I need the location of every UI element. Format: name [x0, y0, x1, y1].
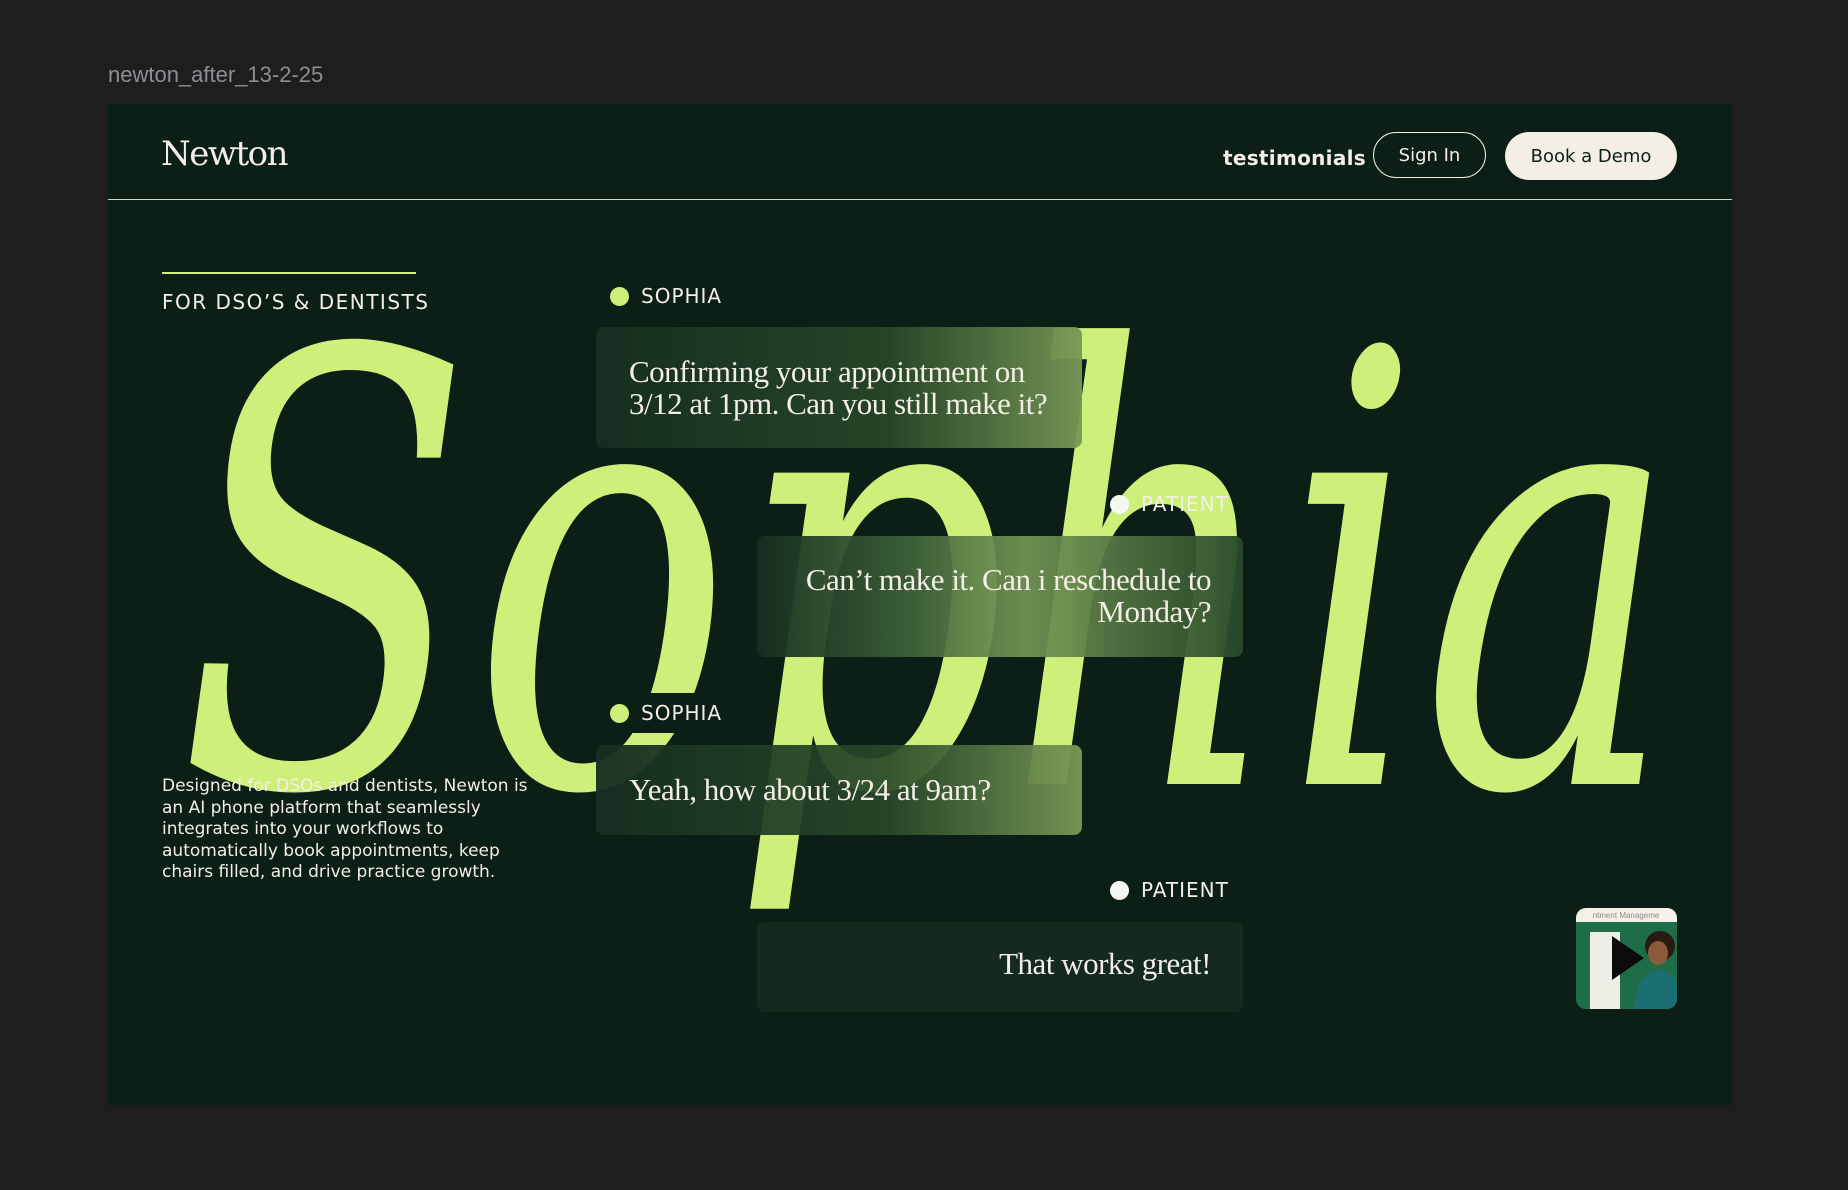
book-demo-button[interactable]: Book a Demo	[1505, 132, 1677, 180]
message-line: That works great!	[999, 946, 1211, 981]
frame-label: newton_after_13-2-25	[108, 62, 324, 87]
nav-link-testimonials[interactable]: testimonials	[1223, 146, 1366, 170]
site-header: Newton testimonials Sign In Book a Demo	[108, 104, 1732, 200]
sophia-dot-icon	[610, 703, 629, 723]
message-bubble-patient: That works great!	[757, 922, 1243, 1012]
patient-dot-icon	[1110, 880, 1129, 900]
hero-description: Designed for DSOs and dentists, Newton i…	[162, 776, 528, 882]
message-line: Monday?	[1097, 594, 1211, 629]
patient-dot-icon	[1110, 494, 1129, 514]
video-thumbnail[interactable]: ntment Manageme	[1576, 908, 1677, 1009]
message-bubble-sophia: Confirming your appointment on 3/12 at 1…	[596, 327, 1082, 448]
newton-logo[interactable]: Newton	[161, 134, 289, 174]
message-bubble-patient: Can’t make it. Can i reschedule to Monda…	[757, 536, 1243, 657]
message-line: Can’t make it. Can i reschedule to	[805, 562, 1212, 597]
speaker-label-patient: PATIENT	[1110, 878, 1229, 902]
speaker-label-sophia: SOPHIA	[595, 693, 739, 733]
speaker-name: SOPHIA	[641, 701, 723, 725]
message-line: 3/12 at 1pm. Can you still make it?	[629, 386, 1048, 421]
speaker-name: PATIENT	[1141, 492, 1229, 516]
sign-in-button[interactable]: Sign In	[1373, 132, 1486, 178]
message-line: Yeah, how about 3/24 at 9am?	[629, 772, 991, 807]
message-bubble-sophia: Yeah, how about 3/24 at 9am?	[596, 745, 1082, 835]
sophia-dot-icon	[610, 286, 629, 306]
play-icon[interactable]	[1576, 908, 1677, 1009]
eyebrow-rule	[162, 272, 416, 274]
speaker-name: SOPHIA	[641, 284, 723, 308]
message-line: Confirming your appointment on	[629, 354, 1025, 389]
landing-page: Newton testimonials Sign In Book a Demo …	[108, 104, 1732, 1105]
speaker-label-sophia: SOPHIA	[610, 284, 722, 308]
speaker-label-patient: PATIENT	[1110, 492, 1229, 516]
speaker-name: PATIENT	[1141, 878, 1229, 902]
